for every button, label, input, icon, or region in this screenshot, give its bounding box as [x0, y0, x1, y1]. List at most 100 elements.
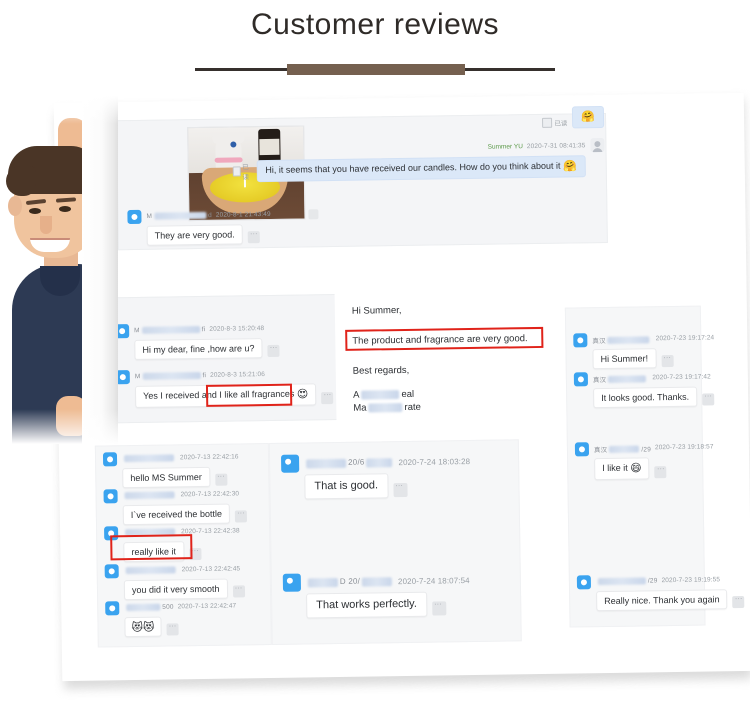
message-menu-icon[interactable]: [234, 510, 248, 523]
message-text: Hi Summer!: [600, 353, 649, 365]
bubble-row: That works perfectly.: [306, 591, 470, 619]
message-menu-icon[interactable]: [321, 392, 334, 405]
divider-accent-bar: [287, 64, 465, 75]
timestamp: 2020-7-24 18:07:54: [397, 575, 470, 586]
timestamp: 2020-7-13 22:42:30: [180, 490, 240, 499]
incoming-message-6: 真汉/29 2020-7-23 19:18:57 I like it 😄: [574, 440, 714, 481]
avatar: [573, 371, 589, 386]
sender-name: /29: [596, 577, 658, 586]
avatar: [104, 563, 119, 578]
chat-bubble: They are very good.: [146, 224, 243, 247]
sender-name: [122, 454, 176, 463]
read-label: 已读: [554, 120, 568, 128]
sender-name: [124, 566, 178, 575]
message-text: I like it: [602, 462, 631, 474]
timestamp: 2020-7-23 19:17:24: [655, 334, 715, 343]
hug-emoji-icon: 🤗: [562, 160, 577, 173]
sender-name: 真汉/29: [593, 445, 652, 454]
message-text: That works perfectly.: [316, 597, 417, 612]
timestamp: 2020-7-13 22:42:47: [177, 602, 237, 611]
bubble-row: Really nice. Thank you again: [596, 589, 745, 612]
incoming-message-2: Mfi 2020-8-3 15:20:48 Hi my dear, fine ,…: [115, 322, 280, 361]
message-text: really like it: [131, 546, 177, 558]
timestamp: 2020-7-23 19:17:42: [652, 373, 711, 382]
message-menu-icon[interactable]: [247, 231, 260, 244]
message-menu-icon[interactable]: [732, 596, 745, 609]
chat-bubble: Really nice. Thank you again: [596, 589, 728, 612]
sender-name: 20/6: [304, 457, 395, 469]
message-header: 2020-7-13 22:42:38: [104, 524, 240, 540]
message-header: 20/6 2020-7-24 18:03:28: [280, 453, 471, 473]
message-menu-icon[interactable]: [188, 548, 202, 561]
message-text: hello MS Summer: [130, 471, 202, 484]
message-menu-icon[interactable]: [214, 473, 227, 487]
incoming-message-8: 2020-7-13 22:42:16 hello MS Summer: [102, 450, 239, 489]
message-text: Hi my dear, fine ,how are u?: [142, 343, 255, 355]
sender-name: Mfi: [134, 325, 206, 335]
message-menu-icon[interactable]: [232, 585, 245, 598]
avatar: [104, 525, 119, 540]
message-menu-icon[interactable]: [393, 482, 408, 497]
message-menu-icon[interactable]: [431, 601, 447, 616]
message-header: 2020-7-13 22:42:16: [102, 450, 239, 466]
read-receipt: 已读: [232, 161, 252, 182]
message-menu-icon[interactable]: [166, 623, 179, 636]
email-line-name: Aeal: [353, 388, 415, 401]
bubble-row: Hi Summer!: [592, 347, 714, 370]
email-line-regards: Best regards,: [352, 364, 410, 377]
chat-bubble: Hi my dear, fine ,how are u?: [134, 338, 263, 361]
avatar: [280, 454, 300, 473]
message-menu-icon[interactable]: [267, 345, 280, 358]
avatar: [282, 573, 302, 592]
bubble-row: Yes I received and I like all fragrances…: [134, 383, 334, 408]
avatar: [105, 600, 120, 615]
message-menu-icon[interactable]: [654, 466, 667, 479]
chat-bubble: 😻😻: [124, 616, 162, 638]
page-header: Customer reviews: [0, 0, 750, 88]
message-text: They are very good.: [154, 229, 235, 241]
page-title: Customer reviews: [250, 8, 500, 41]
incoming-message-1: Md 2020-8-1 21:43:49 They are very good.: [127, 208, 271, 247]
chat-bubble: 🤗: [572, 105, 605, 129]
timestamp: 2020-8-3 15:20:48: [209, 325, 265, 333]
bubble-row: you did it very smooth: [123, 578, 245, 601]
man-peeking-photo: [0, 96, 118, 444]
bubble-row: 😻😻: [124, 615, 236, 638]
avatar: [576, 574, 592, 589]
message-header: 真汉/29 2020-7-23 19:18:57: [574, 440, 714, 456]
avatar: [103, 488, 118, 503]
email-line-greeting: Hi Summer,: [351, 305, 402, 317]
bubble-row: really like it: [123, 540, 240, 563]
avatar: [574, 441, 590, 456]
incoming-message-10: 2020-7-13 22:42:38 really like it: [104, 524, 240, 563]
timestamp: 2020-7-13 22:42:45: [181, 565, 241, 574]
message-header: Mfi 2020-8-3 15:21:06: [115, 367, 333, 384]
message-text: I`ve received the bottle: [130, 508, 222, 521]
incoming-message-14: D 20/ 2020-7-24 18:07:54 That works perf…: [282, 572, 470, 619]
chat-bubble: Yes I received and I like all fragrances…: [134, 383, 317, 408]
read-check-icon: [542, 117, 553, 128]
bubble-row: hello MS Summer: [122, 466, 239, 489]
sender-name: [123, 491, 177, 500]
message-text: It looks good. Thanks.: [601, 391, 690, 404]
timestamp: 2020-7-31 08:41:35: [526, 141, 586, 150]
chat-bubble: Hi Summer!: [592, 348, 657, 370]
outgoing-emoji-message: 已读 🤗: [304, 103, 605, 132]
message-menu-icon[interactable]: [308, 209, 319, 220]
message-menu-icon[interactable]: [702, 393, 715, 406]
read-label: 已读: [242, 164, 250, 182]
bubble-row: I`ve received the bottle: [122, 503, 248, 526]
sender-name: Md: [146, 211, 212, 220]
incoming-message-11: 2020-7-13 22:42:45 you did it very smoot…: [104, 562, 245, 601]
message-text: Hi, it seems that you have received our …: [265, 160, 561, 176]
hug-emoji-icon: 🤗: [581, 111, 596, 124]
message-header: 真汉 2020-7-23 19:17:42: [573, 370, 714, 386]
sender-name: 真汉: [592, 334, 652, 345]
bubble-row: Hi my dear, fine ,how are u?: [134, 338, 280, 361]
incoming-message-13: 20/6 2020-7-24 18:03:28 That is good.: [280, 453, 471, 500]
timestamp: 2020-7-24 18:03:28: [398, 456, 471, 467]
incoming-message-5: 真汉 2020-7-23 19:17:42 It looks good. Tha…: [573, 370, 715, 409]
chat-bubble: I like it 😄: [594, 457, 650, 481]
message-menu-icon[interactable]: [661, 355, 674, 368]
read-check-icon: [232, 166, 241, 177]
